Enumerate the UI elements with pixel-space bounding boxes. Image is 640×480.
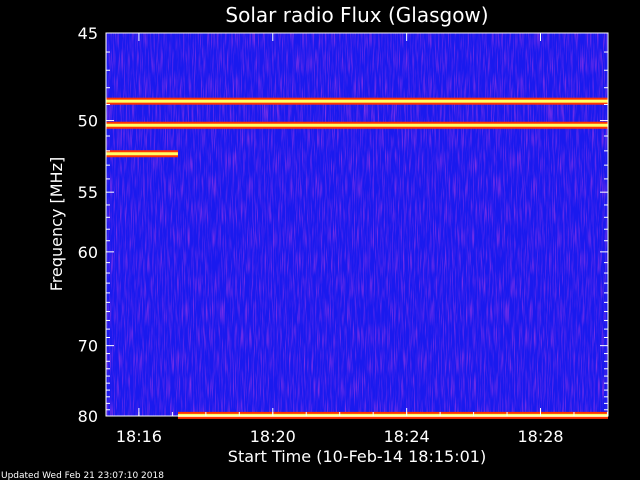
x-tick-label-1: 18:20 bbox=[250, 427, 296, 446]
interference-band-0 bbox=[106, 99, 608, 103]
y-tick-label-50: 50 bbox=[78, 112, 98, 131]
y-tick-label-55: 55 bbox=[78, 183, 98, 202]
chart-title: Solar radio Flux (Glasgow) bbox=[225, 3, 488, 27]
y-tick-label-45: 45 bbox=[78, 24, 98, 43]
x-tick-label-3: 18:28 bbox=[517, 427, 563, 446]
spectrogram-chart: Solar radio Flux (Glasgow) 455055607080 … bbox=[1, 3, 609, 480]
y-axis-label: Frequency [MHz] bbox=[47, 157, 66, 291]
y-tick-label-80: 80 bbox=[78, 407, 98, 426]
updated-timestamp: Updated Wed Feb 21 23:07:10 2018 bbox=[1, 471, 164, 480]
x-tick-label-2: 18:24 bbox=[384, 427, 430, 446]
interference-band-1 bbox=[106, 123, 608, 127]
y-tick-label-60: 60 bbox=[78, 243, 98, 262]
y-tick-label-70: 70 bbox=[78, 337, 98, 356]
x-axis-label: Start Time (10-Feb-14 18:15:01) bbox=[228, 447, 486, 466]
x-tick-label-0: 18:16 bbox=[116, 427, 162, 446]
spectrogram-texture bbox=[106, 33, 608, 416]
interference-band-2 bbox=[106, 152, 178, 156]
plot-area bbox=[105, 32, 609, 419]
